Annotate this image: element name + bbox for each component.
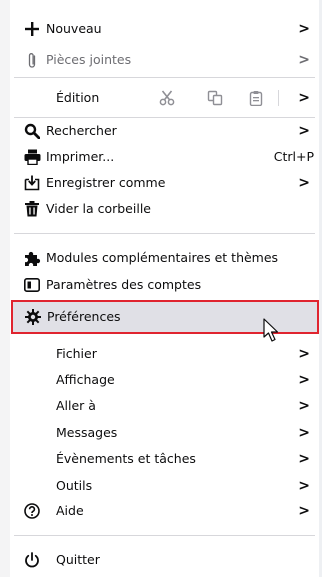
menu-item-imprimer[interactable]: Imprimer... Ctrl+P — [10, 144, 319, 170]
menu-item-messages[interactable]: Messages > — [10, 420, 319, 446]
shortcut-label: Ctrl+P — [273, 149, 314, 164]
copy-icon — [207, 90, 223, 106]
save-download-icon — [23, 174, 41, 192]
trash-icon — [23, 200, 41, 218]
chevron-right-icon: > — [298, 503, 310, 519]
toolbar-divider — [278, 90, 279, 106]
puzzle-piece-icon — [23, 249, 41, 267]
paperclip-icon — [23, 51, 41, 69]
menu-item-aller[interactable]: Aller à > — [10, 393, 319, 419]
menu-item-aide[interactable]: Aide > — [10, 498, 319, 524]
menu-item-label: Vider la corbeille — [46, 201, 151, 216]
menu-item-fichier[interactable]: Fichier > — [10, 341, 319, 367]
menu-item-label: Imprimer... — [46, 149, 115, 164]
chevron-right-icon: > — [298, 398, 310, 414]
copy-button[interactable] — [206, 89, 224, 107]
menu-item-label: Rechercher — [46, 123, 117, 138]
menu-item-quitter[interactable]: Quitter — [10, 547, 319, 573]
menu-item-affichage[interactable]: Affichage > — [10, 367, 319, 393]
menu-item-enregistrer-comme[interactable]: Enregistrer comme > — [10, 170, 319, 196]
power-icon — [23, 551, 41, 569]
chevron-right-icon: > — [298, 425, 310, 441]
chevron-right-icon: > — [298, 346, 310, 362]
menu-item-vider-corbeille[interactable]: Vider la corbeille — [10, 196, 319, 222]
menu-item-label: Préférences — [47, 309, 121, 324]
menu-separator — [14, 77, 315, 78]
menu-item-label: Aide — [56, 503, 84, 518]
menu-item-label: Nouveau — [46, 21, 102, 36]
menu-item-label: Pièces jointes — [46, 52, 132, 67]
id-card-icon — [23, 276, 41, 294]
menu-item-rechercher[interactable]: Rechercher > — [10, 118, 319, 144]
edition-label: Édition — [56, 90, 100, 105]
clipboard-icon — [249, 91, 263, 106]
menu-item-label: Modules complémentaires et thèmes — [46, 250, 279, 265]
chevron-right-icon[interactable]: > — [298, 85, 310, 111]
menu-item-outils[interactable]: Outils > — [10, 473, 319, 499]
scissors-icon — [159, 90, 175, 106]
chevron-right-icon: > — [298, 123, 310, 139]
chevron-right-icon: > — [298, 21, 310, 37]
printer-icon — [23, 148, 41, 166]
menu-item-label: Enregistrer comme — [46, 175, 166, 190]
search-icon — [23, 122, 41, 140]
menu-item-label: Messages — [56, 425, 118, 440]
menu-item-label: Aller à — [56, 398, 96, 413]
gear-icon — [24, 308, 42, 326]
menu-item-nouveau[interactable]: Nouveau > — [10, 16, 319, 42]
chevron-right-icon: > — [298, 372, 310, 388]
chevron-right-icon: > — [298, 451, 310, 467]
chevron-right-icon: > — [298, 175, 310, 191]
menu-item-pieces-jointes[interactable]: Pièces jointes > — [10, 47, 319, 73]
cut-button[interactable] — [158, 89, 176, 107]
menu-item-label: Fichier — [56, 346, 97, 361]
menu-item-label: Quitter — [56, 552, 100, 567]
menu-item-label: Outils — [56, 478, 93, 493]
menu-item-evenements[interactable]: Évènements et tâches > — [10, 446, 319, 472]
app-menu-panel: Nouveau > Pièces jointes > Édition > Rec… — [10, 0, 319, 577]
plus-icon — [23, 20, 41, 38]
paste-button[interactable] — [247, 89, 265, 107]
menu-row-edition: Édition > — [10, 85, 319, 111]
chevron-right-icon: > — [298, 52, 310, 68]
menu-item-parametres-comptes[interactable]: Paramètres des comptes — [10, 272, 319, 298]
menu-item-modules[interactable]: Modules complémentaires et thèmes — [10, 245, 319, 271]
help-circle-icon — [23, 502, 41, 520]
menu-item-label: Affichage — [56, 372, 115, 387]
menu-item-label: Évènements et tâches — [56, 451, 196, 466]
menu-separator — [14, 233, 315, 234]
menu-item-label: Paramètres des comptes — [46, 277, 202, 292]
mouse-pointer-icon — [263, 318, 279, 342]
chevron-right-icon: > — [298, 478, 310, 494]
menu-separator — [14, 535, 315, 536]
